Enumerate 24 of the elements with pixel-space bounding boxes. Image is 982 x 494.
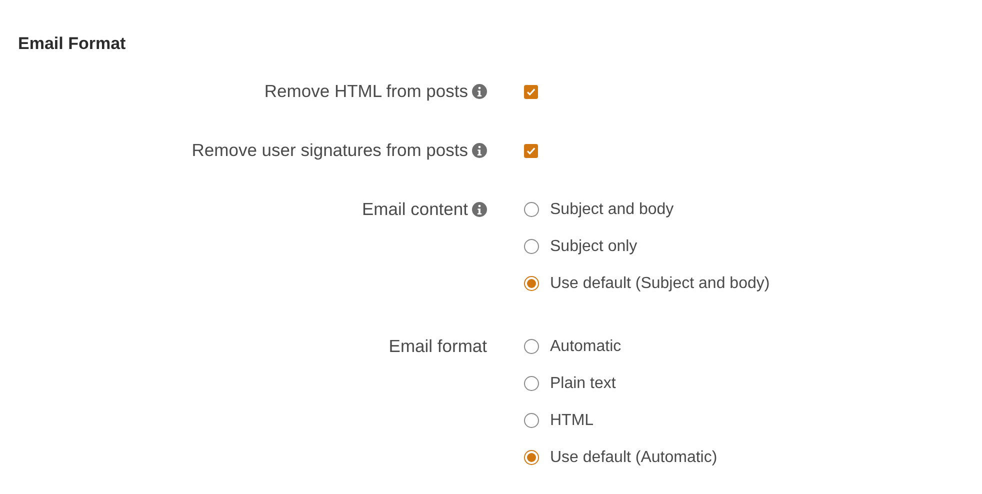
radio-option[interactable]: Use default (Automatic) — [524, 446, 718, 470]
setting-label: Email format — [388, 335, 487, 358]
radio-button[interactable] — [524, 450, 539, 465]
radio-option[interactable]: Automatic — [524, 334, 718, 358]
radio-button[interactable] — [524, 413, 539, 428]
radio-option[interactable]: Subject only — [524, 234, 770, 258]
setting-label: Email content — [362, 198, 468, 222]
radio-button[interactable] — [524, 339, 539, 354]
radio-option[interactable]: HTML — [524, 408, 718, 432]
radio-button[interactable] — [524, 276, 539, 291]
checkbox[interactable] — [524, 84, 538, 98]
radio-option[interactable]: Subject and body — [524, 198, 770, 222]
radio-button[interactable] — [524, 202, 539, 217]
section-heading: Email Format — [17, 33, 127, 55]
info-icon[interactable] — [472, 202, 487, 217]
checkbox[interactable] — [524, 144, 538, 158]
info-icon[interactable] — [472, 84, 487, 99]
radio-button[interactable] — [524, 239, 539, 254]
info-icon[interactable] — [472, 143, 487, 158]
setting-label: Remove user signatures from posts — [192, 139, 468, 162]
setting-label: Remove HTML from posts — [264, 80, 468, 104]
radio-button[interactable] — [524, 376, 539, 391]
radio-option[interactable]: Use default (Subject and body) — [524, 272, 770, 296]
radio-option[interactable]: Plain text — [524, 372, 718, 396]
